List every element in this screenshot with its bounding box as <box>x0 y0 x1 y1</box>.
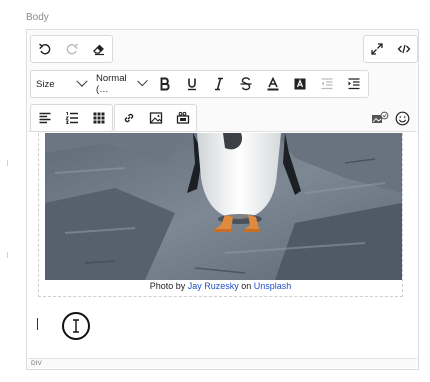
media-icon <box>176 111 189 124</box>
embed-button[interactable] <box>369 105 391 131</box>
underline-button[interactable] <box>178 71 205 97</box>
clear-formatting-button[interactable] <box>85 36 112 62</box>
outdent-icon <box>321 78 332 90</box>
image-caption: Photo by Jay Ruzesky on Unsplash <box>39 281 402 291</box>
table-icon <box>93 112 104 124</box>
caption-prefix: Photo by <box>149 281 188 291</box>
code-icon <box>397 44 411 54</box>
history-group <box>30 35 113 63</box>
ordered-list-icon <box>64 112 78 124</box>
eraser-icon <box>92 44 104 56</box>
font-size-select[interactable]: Size <box>31 71 91 97</box>
view-group <box>363 35 418 63</box>
formatting-group: Size Normal (… <box>30 70 369 98</box>
editor-toolbar: Size Normal (… <box>28 31 418 132</box>
redo-icon <box>66 43 78 55</box>
italic-icon <box>214 77 223 91</box>
italic-button[interactable] <box>205 71 232 97</box>
media-button[interactable] <box>169 105 196 131</box>
align-left-icon <box>39 112 50 124</box>
ordered-list-button[interactable] <box>58 105 85 131</box>
underline-icon <box>187 78 196 91</box>
source-code-button[interactable] <box>391 36 418 62</box>
rich-text-editor[interactable]: Size Normal (… Photo by Jay Ruzesky on U… <box>26 29 419 370</box>
source-link[interactable]: Unsplash <box>254 281 292 291</box>
smiley-icon <box>395 111 409 125</box>
image-button[interactable] <box>142 105 169 131</box>
outdent-button[interactable] <box>313 71 340 97</box>
element-path-statusbar[interactable]: DIV <box>28 358 417 368</box>
ibeam-cursor-icon <box>73 319 79 333</box>
undo-icon <box>38 43 50 55</box>
insert-group <box>114 104 197 132</box>
highlight-color-button[interactable] <box>286 71 313 97</box>
strikethrough-icon <box>240 77 251 91</box>
redo-button[interactable] <box>58 36 85 62</box>
image-icon <box>149 112 162 124</box>
bold-icon <box>160 77 169 91</box>
expand-icon <box>371 43 383 55</box>
highlight-icon <box>294 78 305 90</box>
chevron-down-icon <box>76 75 88 87</box>
table-button[interactable] <box>85 105 112 131</box>
font-size-select-label: Size <box>36 78 55 90</box>
author-link[interactable]: Jay Ruzesky <box>188 281 239 291</box>
fullscreen-button[interactable] <box>364 36 391 62</box>
link-button[interactable] <box>115 105 142 131</box>
paragraph-group <box>30 104 113 132</box>
block-format-select[interactable]: Normal (… <box>91 71 151 97</box>
penguin-image <box>45 133 402 280</box>
image-figure[interactable]: Photo by Jay Ruzesky on Unsplash <box>38 132 403 297</box>
bold-button[interactable] <box>151 71 178 97</box>
gutter-mark <box>7 160 8 166</box>
editor-content[interactable]: Photo by Jay Ruzesky on Unsplash <box>28 132 417 358</box>
caption-middle: on <box>238 281 254 291</box>
mouse-cursor <box>62 312 90 340</box>
block-format-select-label: Normal (… <box>96 73 127 95</box>
font-color-button[interactable] <box>259 71 286 97</box>
indent-button[interactable] <box>340 71 367 97</box>
text-caret <box>37 318 38 330</box>
penguin-photo[interactable] <box>45 133 402 280</box>
font-color-icon <box>267 77 278 91</box>
align-button[interactable] <box>31 105 58 131</box>
link-icon <box>124 113 133 123</box>
emoji-button[interactable] <box>391 105 413 131</box>
strikethrough-button[interactable] <box>232 71 259 97</box>
undo-button[interactable] <box>31 36 58 62</box>
field-label: Body <box>26 12 49 23</box>
gutter-mark <box>7 252 8 258</box>
embed-icon <box>372 111 389 123</box>
indent-icon <box>348 78 359 90</box>
